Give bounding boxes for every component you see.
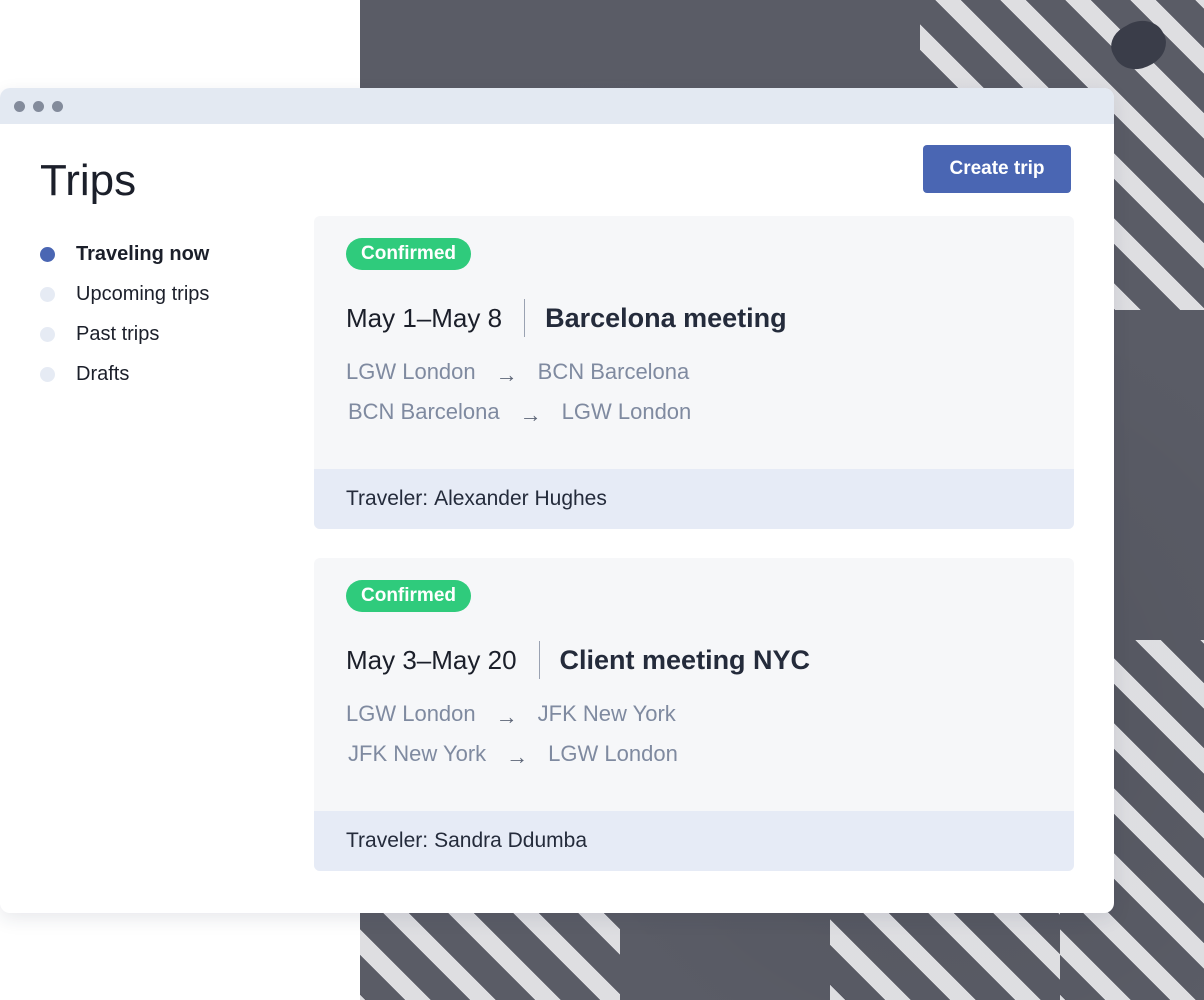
arrow-right-icon: → (495, 362, 518, 387)
traveler-label: Traveler: (346, 487, 429, 510)
nav-item-label: Traveling now (76, 242, 210, 265)
traveler-footer: Traveler: Sandra Ddumba (314, 811, 1074, 871)
status-badge: Confirmed (346, 238, 471, 270)
nav-dot-icon (40, 326, 55, 342)
headline-divider (524, 299, 526, 337)
create-trip-button[interactable]: Create trip (923, 145, 1071, 193)
window-dot-icon[interactable] (33, 100, 44, 112)
trip-headline: May 1–May 8 Barcelona meeting (346, 296, 787, 340)
trip-headline: May 3–May 20 Client meeting NYC (346, 638, 810, 682)
page-title: Trips (40, 156, 137, 205)
trip-card[interactable]: Confirmed May 3–May 20 Client meeting NY… (314, 558, 1074, 871)
flight-leg: LGW London → BCN Barcelona (346, 356, 689, 388)
leg-origin: JFK New York (348, 741, 487, 766)
flight-leg: BCN Barcelona → LGW London (348, 396, 691, 428)
leg-origin: BCN Barcelona (348, 399, 500, 424)
arrow-right-icon: → (506, 744, 529, 769)
flight-leg: LGW London → JFK New York (346, 698, 676, 730)
trip-name: Client meeting NYC (559, 644, 811, 675)
nav-item-drafts[interactable]: Drafts (40, 354, 209, 394)
trip-name: Barcelona meeting (545, 302, 787, 333)
nav-item-upcoming-trips[interactable]: Upcoming trips (40, 274, 209, 314)
app-window: Trips Create trip Traveling now Upcoming… (0, 88, 1114, 913)
nav-dot-icon (40, 246, 55, 262)
leg-destination: LGW London (561, 399, 692, 424)
headline-divider (538, 641, 540, 679)
leg-origin: LGW London (346, 701, 476, 726)
leg-origin: LGW London (346, 359, 476, 384)
leg-destination: JFK New York (537, 701, 676, 726)
leg-destination: BCN Barcelona (537, 359, 690, 384)
trip-card[interactable]: Confirmed May 1–May 8 Barcelona meeting … (314, 216, 1074, 529)
trips-filter-nav: Traveling now Upcoming trips Past trips … (40, 234, 209, 394)
window-dot-icon[interactable] (14, 100, 25, 112)
traveler-name: Alexander Hughes (434, 487, 607, 510)
nav-item-label: Drafts (76, 362, 130, 385)
trip-dates: May 3–May 20 (346, 644, 517, 675)
window-titlebar (0, 88, 1114, 124)
nav-item-traveling-now[interactable]: Traveling now (40, 234, 209, 274)
nav-item-past-trips[interactable]: Past trips (40, 314, 209, 354)
crosswalk-stripes (360, 900, 620, 1000)
traveler-footer: Traveler: Alexander Hughes (314, 469, 1074, 529)
flight-leg: JFK New York → LGW London (348, 738, 678, 770)
window-dot-icon[interactable] (52, 100, 63, 112)
traveler-label: Traveler: (346, 829, 429, 852)
nav-dot-icon (40, 366, 55, 382)
nav-item-label: Upcoming trips (76, 282, 210, 305)
leg-destination: LGW London (548, 741, 678, 766)
nav-dot-icon (40, 286, 55, 302)
arrow-right-icon: → (495, 704, 518, 729)
nav-item-label: Past trips (76, 322, 160, 345)
traveler-name: Sandra Ddumba (434, 829, 588, 852)
trip-dates: May 1–May 8 (346, 302, 503, 333)
status-badge: Confirmed (346, 580, 471, 612)
arrow-right-icon: → (519, 402, 542, 427)
